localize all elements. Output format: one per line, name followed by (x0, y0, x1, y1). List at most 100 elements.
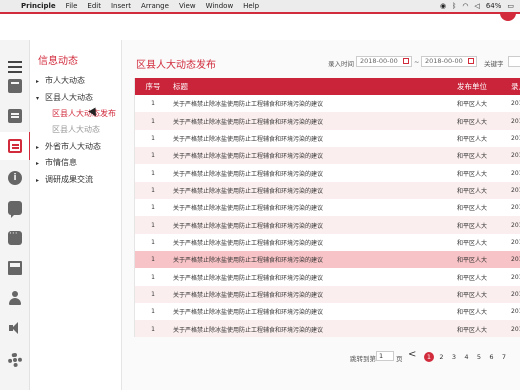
table-row[interactable]: 1关于严格禁止除冰盐使用防止工程辅食和环境污染的建议和平区人大201 (135, 147, 520, 165)
menu-arrange[interactable]: Arrange (136, 2, 174, 10)
cell-date: 201 (511, 129, 520, 148)
cell-title[interactable]: 关于严格禁止除冰盐使用防止工程辅食和环境污染的建议 (171, 147, 457, 165)
col-header-unit[interactable]: 发布单位 (457, 78, 511, 95)
tree-item-label: 调研成果交流 (45, 175, 93, 184)
table-row[interactable]: 1关于严格禁止除冰盐使用防止工程辅食和环境污染的建议和平区人大201 (135, 164, 520, 182)
cell-title[interactable]: 关于严格禁止除冰盐使用防止工程辅食和环境污染的建议 (171, 95, 457, 113)
rail-book-button[interactable] (0, 72, 30, 100)
date-to-input[interactable]: 2018-00-00 (421, 56, 477, 67)
cell-title[interactable]: 关于严格禁止除冰盐使用防止工程辅食和环境污染的建议 (171, 303, 457, 321)
battery-icon[interactable]: ▭ (507, 2, 514, 10)
cell-unit: 和平区人大 (457, 233, 511, 252)
rail-settings-button[interactable] (0, 346, 30, 374)
page-number-button[interactable]: 5 (474, 352, 484, 362)
menu-file[interactable]: File (61, 2, 83, 10)
menu-help[interactable]: Help (238, 2, 264, 10)
cell-number: 1 (135, 320, 171, 337)
cell-unit: 和平区人大 (457, 303, 511, 321)
tree-item-city[interactable]: ▸ 市人大动态 (36, 75, 85, 86)
date-from-input[interactable]: 2018-00-00 (356, 56, 412, 67)
table-row[interactable]: 1关于严格禁止除冰盐使用防止工程辅食和环境污染的建议和平区人大201 (135, 129, 520, 148)
table-row[interactable]: 1关于严格禁止除冰盐使用防止工程辅食和环境污染的建议和平区人大201 (135, 320, 520, 337)
document-icon (8, 109, 22, 123)
cell-title[interactable]: 关于严格禁止除冰盐使用防止工程辅食和环境污染的建议 (171, 268, 457, 286)
calendar-icon[interactable] (403, 58, 409, 64)
page-suffix: 页 (396, 355, 403, 363)
page-number-button[interactable]: 4 (462, 352, 472, 362)
cell-number: 1 (135, 268, 171, 286)
cell-number: 1 (135, 147, 171, 165)
bluetooth-icon[interactable]: ᛒ (452, 2, 456, 10)
menu-app[interactable]: Principle (16, 2, 61, 10)
caret-right-icon: ▸ (36, 177, 40, 184)
calendar-icon[interactable] (468, 58, 474, 64)
cell-date: 201 (511, 181, 520, 200)
table-row[interactable]: 1关于严格禁止除冰盐使用防止工程辅食和环境污染的建议和平区人大201 (135, 181, 520, 200)
tree-item-city-info[interactable]: ▸ 市情信息 (36, 157, 77, 168)
cell-title[interactable]: 关于严格禁止除冰盐使用防止工程辅食和环境污染的建议 (171, 285, 457, 304)
tree-subitem-district-publish[interactable]: 区县人大动态发布 (52, 108, 116, 119)
prev-page-button[interactable]: < (408, 349, 416, 360)
table-row[interactable]: 1关于严格禁止除冰盐使用防止工程辅食和环境污染的建议和平区人大201 (135, 303, 520, 321)
wifi-icon[interactable]: ◠ (462, 2, 468, 10)
rail-user-button[interactable] (0, 284, 30, 312)
cell-date: 201 (511, 95, 520, 113)
tree-subitem-district-news[interactable]: 区县人大动态 (52, 124, 100, 135)
cell-title[interactable]: 关于严格禁止除冰盐使用防止工程辅食和环境污染的建议 (171, 112, 457, 130)
table-row[interactable]: 1关于严格禁止除冰盐使用防止工程辅食和环境污染的建议和平区人大201 (135, 199, 520, 217)
page-number-button[interactable]: 6 (487, 352, 497, 362)
wechat-icon[interactable]: ◉ (440, 2, 446, 10)
rail-info-button[interactable]: i (0, 164, 30, 192)
rail-news-button[interactable] (0, 254, 30, 282)
cell-number: 1 (135, 129, 171, 148)
menu-edit[interactable]: Edit (82, 2, 106, 10)
cell-title[interactable]: 关于严格禁止除冰盐使用防止工程辅食和环境污染的建议 (171, 233, 457, 252)
col-header-date[interactable]: 录入 (511, 78, 520, 95)
tree-item-label: 外省市人大动态 (45, 142, 101, 151)
cell-title[interactable]: 关于严格禁止除冰盐使用防止工程辅食和环境污染的建议 (171, 199, 457, 217)
cell-title[interactable]: 关于严格禁止除冰盐使用防止工程辅食和环境污染的建议 (171, 216, 457, 234)
rail-edit-button[interactable] (0, 132, 31, 160)
date-to-value: 2018-00-00 (425, 57, 463, 65)
table-row[interactable]: 1关于严格禁止除冰盐使用防止工程辅食和环境污染的建议和平区人大201 (135, 268, 520, 286)
menu-insert[interactable]: Insert (106, 2, 136, 10)
col-header-title[interactable]: 标题 (171, 78, 457, 95)
avatar[interactable] (500, 13, 516, 21)
col-header-number[interactable]: 序号 (135, 78, 171, 95)
rail-message-button[interactable] (0, 224, 30, 252)
page-jump-input[interactable]: 1 (376, 351, 394, 361)
table-row[interactable]: 1关于严格禁止除冰盐使用防止工程辅食和环境污染的建议和平区人大201 (135, 95, 520, 113)
page-number-button[interactable]: 2 (437, 352, 447, 362)
menu-window[interactable]: Window (201, 2, 239, 10)
page-number-button[interactable]: 3 (449, 352, 459, 362)
table-row[interactable]: 1关于严格禁止除冰盐使用防止工程辅食和环境污染的建议和平区人大201 (135, 112, 520, 130)
cell-title[interactable]: 关于严格禁止除冰盐使用防止工程辅食和环境污染的建议 (171, 320, 457, 337)
rail-announce-button[interactable] (0, 314, 30, 342)
table-row[interactable]: 1关于严格禁止除冰盐使用防止工程辅食和环境污染的建议和平区人大201 (135, 251, 520, 269)
tree-item-label: 区县人大动态 (45, 93, 93, 102)
icon-rail: i (0, 40, 31, 390)
cell-title[interactable]: 关于严格禁止除冰盐使用防止工程辅食和环境污染的建议 (171, 181, 457, 200)
cell-number: 1 (135, 95, 171, 113)
tree-item-district[interactable]: ▾ 区县人大动态 (36, 92, 93, 103)
cell-title[interactable]: 关于严格禁止除冰盐使用防止工程辅食和环境污染的建议 (171, 129, 457, 148)
table-row[interactable]: 1关于严格禁止除冰盐使用防止工程辅食和环境污染的建议和平区人大201 (135, 216, 520, 234)
tree-item-other-provinces[interactable]: ▸ 外省市人大动态 (36, 141, 101, 152)
menu-view[interactable]: View (174, 2, 201, 10)
table-row[interactable]: 1关于严格禁止除冰盐使用防止工程辅食和环境污染的建议和平区人大201 (135, 233, 520, 252)
date-from-value: 2018-00-00 (360, 57, 398, 65)
page-number-button[interactable]: 7 (499, 352, 509, 362)
tree-nav: 信息动态 ▸ 市人大动态 ▾ 区县人大动态 区县人大动态发布 区县人大动态 ▸ 外省市… (30, 40, 122, 390)
cell-number: 1 (135, 112, 171, 130)
keyword-input[interactable] (508, 56, 520, 67)
table-row[interactable]: 1关于严格禁止除冰盐使用防止工程辅食和环境污染的建议和平区人大201 (135, 285, 520, 304)
rail-document-button[interactable] (0, 102, 30, 130)
cell-title[interactable]: 关于严格禁止除冰盐使用防止工程辅食和环境污染的建议 (171, 251, 457, 269)
cell-title[interactable]: 关于严格禁止除冰盐使用防止工程辅食和环境污染的建议 (171, 164, 457, 182)
cell-unit: 和平区人大 (457, 147, 511, 165)
volume-icon[interactable]: ◁ (474, 2, 479, 10)
rail-chat-button[interactable] (0, 194, 30, 222)
page-number-button[interactable]: 1 (424, 352, 434, 362)
edit-document-icon (8, 139, 22, 153)
tree-item-research[interactable]: ▸ 调研成果交流 (36, 174, 93, 185)
